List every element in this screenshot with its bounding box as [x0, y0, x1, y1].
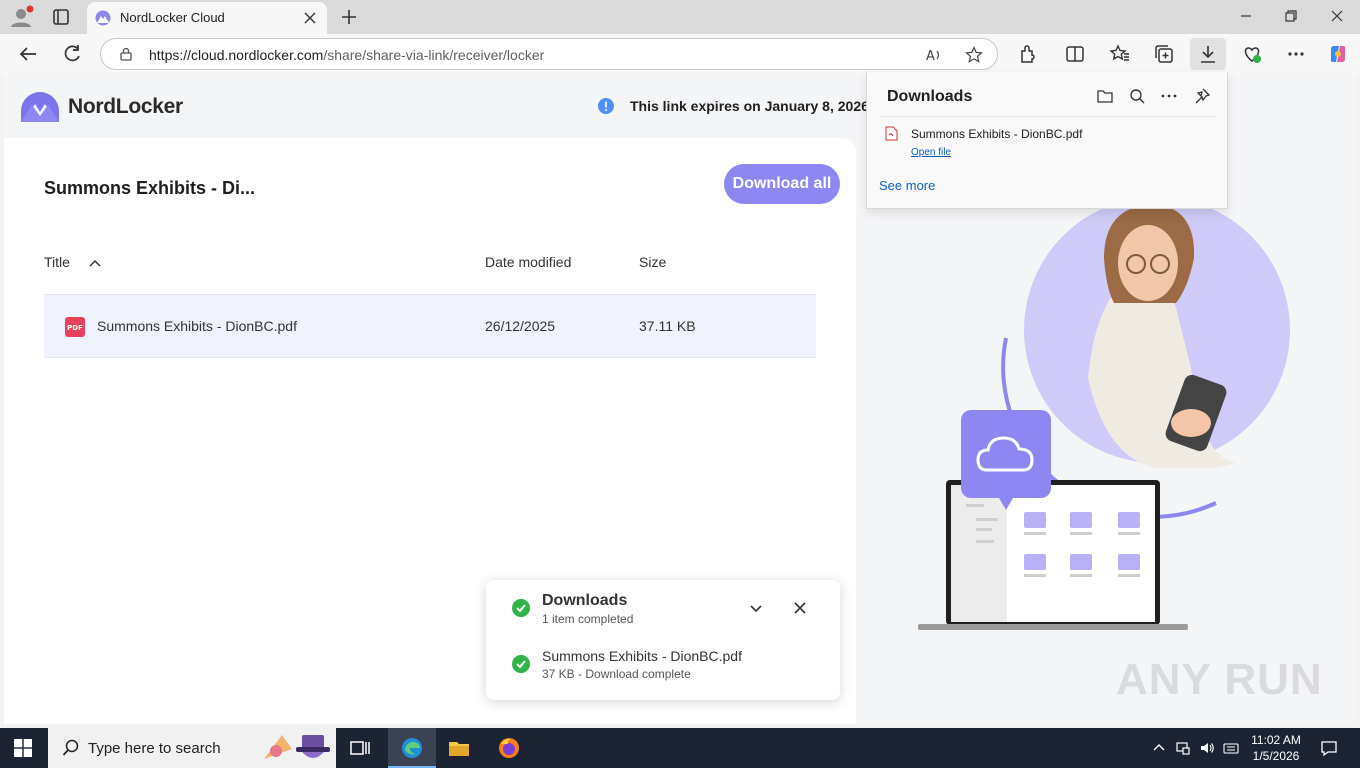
toast-subtitle: 1 item completed [542, 612, 634, 626]
minimize-icon[interactable] [1238, 8, 1254, 24]
extensions-icon[interactable] [1016, 43, 1038, 65]
chevron-up-icon[interactable] [1151, 740, 1167, 756]
favorites-icon[interactable] [1109, 43, 1131, 65]
file-explorer-icon[interactable] [447, 736, 471, 760]
taskbar: Type here to search 11:02 AM 1/5/2026 [0, 728, 1360, 768]
clock-time: 11:02 AM [1251, 733, 1301, 747]
toast-title: Downloads [542, 592, 628, 609]
column-header-size[interactable]: Size [639, 254, 666, 270]
downloads-toast: Downloads 1 item completed Summons Exhib… [486, 580, 840, 700]
open-file-link[interactable]: Open file [911, 147, 951, 158]
search-icon [62, 739, 79, 756]
pin-icon[interactable] [1193, 87, 1211, 105]
file-date: 26/12/2025 [485, 318, 556, 334]
task-view-icon[interactable] [348, 736, 372, 760]
info-icon [598, 98, 614, 114]
url-host: https://cloud.nordlocker.com [149, 47, 324, 63]
table-row[interactable]: PDF Summons Exhibits - DionBC.pdf 26/12/… [44, 294, 816, 358]
network-icon[interactable] [1175, 740, 1191, 756]
more-options-icon[interactable] [1285, 43, 1307, 65]
flyout-file-name[interactable]: Summons Exhibits - DionBC.pdf [911, 127, 1082, 141]
toast-item-name[interactable]: Summons Exhibits - DionBC.pdf [542, 648, 742, 664]
nordlocker-logo[interactable]: NordLocker [20, 90, 183, 124]
check-circle-icon [512, 599, 530, 617]
search-placeholder: Type here to search [88, 740, 221, 757]
brand-name: NordLocker [68, 95, 183, 118]
edge-icon[interactable] [400, 736, 424, 760]
nordlocker-mountain-icon [21, 92, 59, 122]
check-circle-icon [512, 655, 530, 673]
laptop-illustration [918, 480, 1188, 630]
flyout-title: Downloads [887, 88, 973, 105]
folder-title: Summons Exhibits - Di... [44, 178, 256, 198]
favorite-star-icon[interactable] [965, 46, 983, 64]
browser-essentials-icon[interactable] [1241, 43, 1263, 65]
refresh-icon[interactable] [61, 43, 83, 65]
copilot-icon[interactable] [1327, 43, 1349, 65]
download-all-button[interactable]: Download all [724, 164, 840, 204]
link-expiry-notice: This link expires on January 8, 2026 [598, 98, 869, 114]
system-clock[interactable]: 11:02 AM 1/5/2026 [1250, 732, 1302, 764]
notifications-icon[interactable] [1320, 739, 1338, 757]
lock-icon[interactable] [119, 47, 133, 61]
ime-keyboard-icon[interactable] [1223, 740, 1239, 756]
profile-icon[interactable] [8, 5, 34, 29]
svg-text:A: A [926, 49, 935, 64]
nordlocker-favicon-icon [95, 10, 111, 26]
tab-actions-icon[interactable] [48, 5, 74, 29]
tab-title: NordLocker Cloud [120, 10, 225, 25]
flyout-divider [879, 116, 1217, 117]
column-header-date[interactable]: Date modified [485, 254, 571, 270]
more-options-icon[interactable] [1160, 87, 1178, 105]
pdf-file-icon [885, 126, 898, 141]
navigation-bar: https://cloud.nordlocker.com/share/share… [0, 34, 1360, 74]
clock-date: 1/5/2026 [1252, 749, 1300, 763]
close-tab-icon[interactable] [303, 11, 317, 25]
split-screen-icon[interactable] [1064, 43, 1086, 65]
toast-item-status: 37 KB - Download complete [542, 667, 691, 681]
file-name: Summons Exhibits - DionBC.pdf [97, 318, 297, 334]
taskbar-search-box[interactable]: Type here to search [48, 728, 336, 768]
downloads-toolbar-button[interactable] [1190, 38, 1226, 70]
restore-icon[interactable] [1283, 8, 1299, 24]
new-tab-icon[interactable] [338, 6, 360, 28]
watermark: ANY RUN [1116, 655, 1323, 704]
address-bar[interactable]: https://cloud.nordlocker.com/share/share… [100, 38, 998, 70]
close-window-icon[interactable] [1329, 8, 1345, 24]
read-aloud-icon[interactable]: A [925, 46, 943, 64]
tab-strip: NordLocker Cloud [0, 0, 1360, 34]
firefox-icon[interactable] [497, 736, 521, 760]
tab-nordlocker[interactable]: NordLocker Cloud [87, 2, 327, 34]
back-icon[interactable] [17, 43, 39, 65]
search-highlight-illustration-icon [264, 735, 330, 759]
volume-icon[interactable] [1199, 740, 1215, 756]
windows-start-icon[interactable] [14, 739, 32, 757]
hero-illustration [918, 197, 1290, 630]
url-text: https://cloud.nordlocker.com/share/share… [149, 47, 544, 63]
column-header-title[interactable]: Title [44, 254, 70, 270]
close-icon[interactable] [792, 600, 808, 616]
collections-icon[interactable] [1153, 43, 1175, 65]
chevron-down-icon[interactable] [748, 600, 764, 616]
downloads-flyout: Downloads Summons Exhibits - DionBC.pdf … [866, 72, 1228, 209]
url-path: /share/share-via-link/receiver/locker [323, 47, 545, 63]
pdf-file-icon: PDF [65, 317, 85, 337]
file-size: 37.11 KB [639, 318, 696, 334]
sort-ascending-icon[interactable] [88, 256, 102, 270]
pdf-icon-label: PDF [67, 324, 83, 332]
open-folder-icon[interactable] [1096, 87, 1114, 105]
cloud-tile-icon [961, 410, 1051, 510]
see-more-link[interactable]: See more [879, 178, 935, 193]
expiry-text: This link expires on January 8, 2026 [630, 98, 869, 114]
search-downloads-icon[interactable] [1128, 87, 1146, 105]
download-icon [1201, 46, 1215, 63]
